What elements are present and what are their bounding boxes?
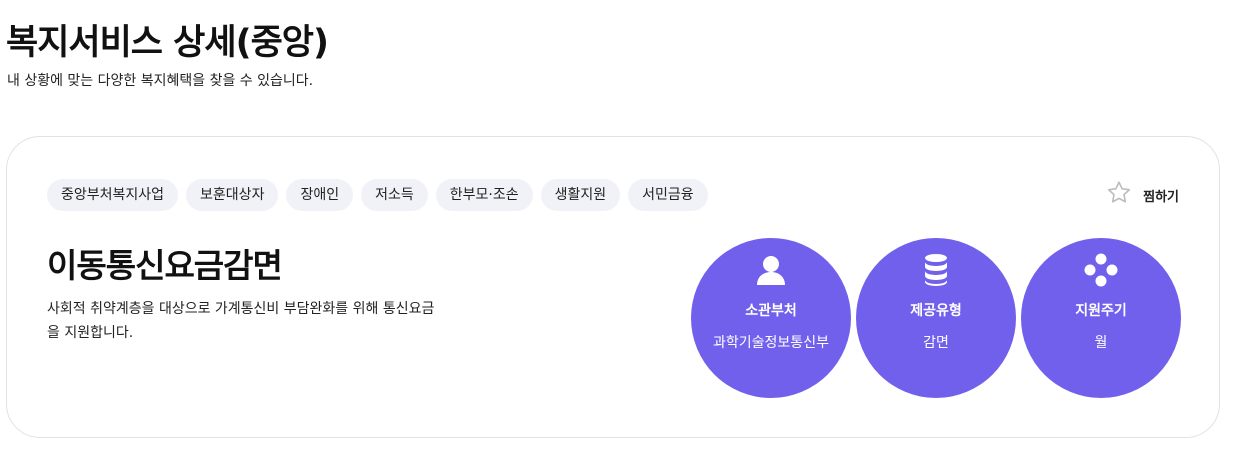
page-subtitle: 내 상황에 맞는 다양한 복지혜택을 찾을 수 있습니다. <box>7 73 314 89</box>
star-icon <box>1105 179 1133 211</box>
service-description: 사회적 취약계층을 대상으로 가계통신비 부담완화를 위해 통신요금을 지원합니… <box>47 301 435 341</box>
page-title: 복지서비스 상세(중앙) <box>6 23 329 63</box>
info-value: 감면 <box>923 335 949 351</box>
tag-chip[interactable]: 장애인 <box>286 179 354 211</box>
info-label: 제공유형 <box>910 303 962 319</box>
service-info: 소관부처 과학기술정보통신부 제공유형 감면 지원주기 월 <box>691 238 1181 398</box>
tag-chip[interactable]: 생활지원 <box>540 179 621 211</box>
tag-chip[interactable]: 한부모·조손 <box>435 179 533 211</box>
favorite-label: 찜하기 <box>1143 189 1179 205</box>
tag-list: 중앙부처복지사업 보훈대상자 장애인 저소득 한부모·조손 생활지원 서민금융 <box>47 179 708 211</box>
info-value: 과학기술정보통신부 <box>713 335 829 351</box>
tag-chip[interactable]: 서민금융 <box>628 179 708 211</box>
person-icon <box>753 252 789 288</box>
service-title: 이동통신요금감면 <box>47 246 283 285</box>
service-card: 중앙부처복지사업 보훈대상자 장애인 저소득 한부모·조손 생활지원 서민금융 … <box>6 136 1220 438</box>
cycle-icon <box>1083 252 1119 288</box>
info-label: 지원주기 <box>1075 303 1127 319</box>
info-circle-type: 제공유형 감면 <box>856 238 1016 398</box>
info-circle-department: 소관부처 과학기술정보통신부 <box>691 238 851 398</box>
info-label: 소관부처 <box>745 303 797 319</box>
tag-chip[interactable]: 중앙부처복지사업 <box>47 179 179 211</box>
info-value: 월 <box>1094 335 1108 351</box>
tag-chip[interactable]: 저소득 <box>361 179 428 211</box>
favorite-button[interactable]: 찜하기 <box>1105 179 1179 211</box>
info-circle-cycle: 지원주기 월 <box>1021 238 1181 398</box>
database-icon <box>918 252 954 288</box>
tag-chip[interactable]: 보훈대상자 <box>186 179 279 211</box>
